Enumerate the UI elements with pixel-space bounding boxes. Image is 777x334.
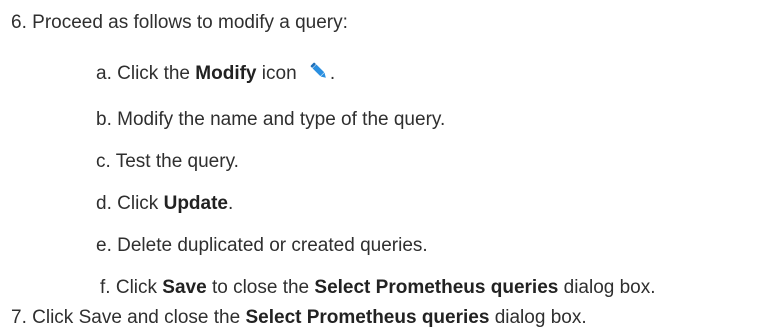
step-text: dialog box. (489, 307, 587, 328)
step-7: 7. Click Save and close the Select Prome… (11, 306, 587, 330)
substep-text: . (329, 63, 336, 84)
substep-marker: b. (96, 109, 112, 130)
modify-label: Modify (195, 63, 257, 84)
substep-text: dialog box. (558, 277, 656, 298)
substep-marker: d. (96, 193, 112, 214)
step-text: Click Save and close the (32, 307, 246, 328)
substep-text: to close the (206, 277, 315, 298)
substep-marker: e. (96, 235, 112, 256)
substep-text: Delete duplicated or created queries. (117, 235, 428, 256)
update-label: Update (163, 193, 228, 214)
document-page: { "steps": [ { "marker": "6.", "text": "… (0, 0, 777, 334)
step-number: 6. (11, 12, 27, 33)
step-text: Proceed as follows to modify a query: (32, 12, 348, 33)
pencil-icon (310, 62, 326, 78)
substep-text: Click (117, 193, 164, 214)
substep-text: icon (256, 63, 297, 84)
substep-text: . (228, 193, 234, 214)
substep-f: f. Click Save to close the Select Promet… (100, 276, 656, 300)
substep-text: Click the (117, 63, 196, 84)
step-6: 6. Proceed as follows to modify a query: (11, 11, 348, 35)
substep-text: Test the query. (115, 151, 239, 172)
substep-marker: c. (96, 151, 111, 172)
substep-c: c. Test the query. (96, 150, 239, 174)
dialog-name-label: Select Prometheus queries (314, 277, 559, 298)
substep-text: Modify the name and type of the query. (117, 109, 446, 130)
substep-a: a. Click the Modify icon . (96, 60, 335, 86)
substep-e: e. Delete duplicated or created queries. (96, 234, 428, 258)
dialog-name-label: Select Prometheus queries (245, 307, 490, 328)
substep-marker: a. (96, 63, 112, 84)
substep-text: Click (115, 277, 163, 298)
substep-marker: f. (100, 277, 111, 298)
substep-d: d. Click Update. (96, 192, 233, 216)
step-number: 7. (11, 307, 27, 328)
substep-b: b. Modify the name and type of the query… (96, 108, 445, 132)
save-label: Save (162, 277, 207, 298)
